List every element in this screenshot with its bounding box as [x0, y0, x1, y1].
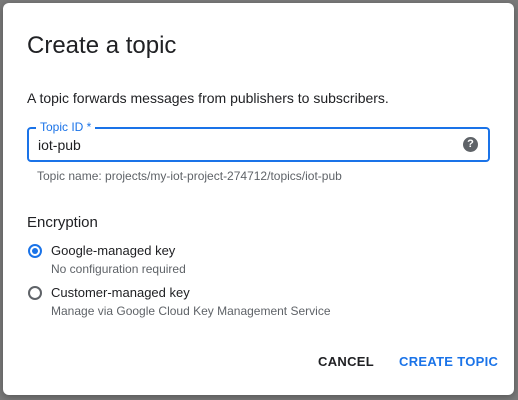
customer-managed-key-radio[interactable]	[28, 286, 42, 300]
create-topic-dialog: Create a topic A topic forwards messages…	[3, 3, 514, 395]
topic-name-hint: Topic name: projects/my-iot-project-2747…	[37, 169, 342, 183]
google-managed-key-sublabel: No configuration required	[51, 262, 186, 276]
topic-id-input[interactable]	[38, 136, 458, 154]
topic-id-field[interactable]: Topic ID * ?	[27, 120, 490, 162]
encryption-heading: Encryption	[27, 214, 98, 231]
dialog-title: Create a topic	[27, 32, 177, 59]
cancel-button[interactable]: CANCEL	[312, 351, 380, 373]
create-topic-button[interactable]: CREATE TOPIC	[393, 351, 504, 373]
google-managed-key-radio[interactable]	[28, 244, 42, 258]
google-managed-key-label[interactable]: Google-managed key	[51, 243, 175, 259]
dialog-description: A topic forwards messages from publisher…	[27, 90, 389, 106]
customer-managed-key-sublabel: Manage via Google Cloud Key Management S…	[51, 304, 331, 318]
help-icon[interactable]: ?	[463, 137, 478, 152]
customer-managed-key-label[interactable]: Customer-managed key	[51, 285, 190, 301]
topic-id-label: Topic ID *	[36, 120, 96, 134]
